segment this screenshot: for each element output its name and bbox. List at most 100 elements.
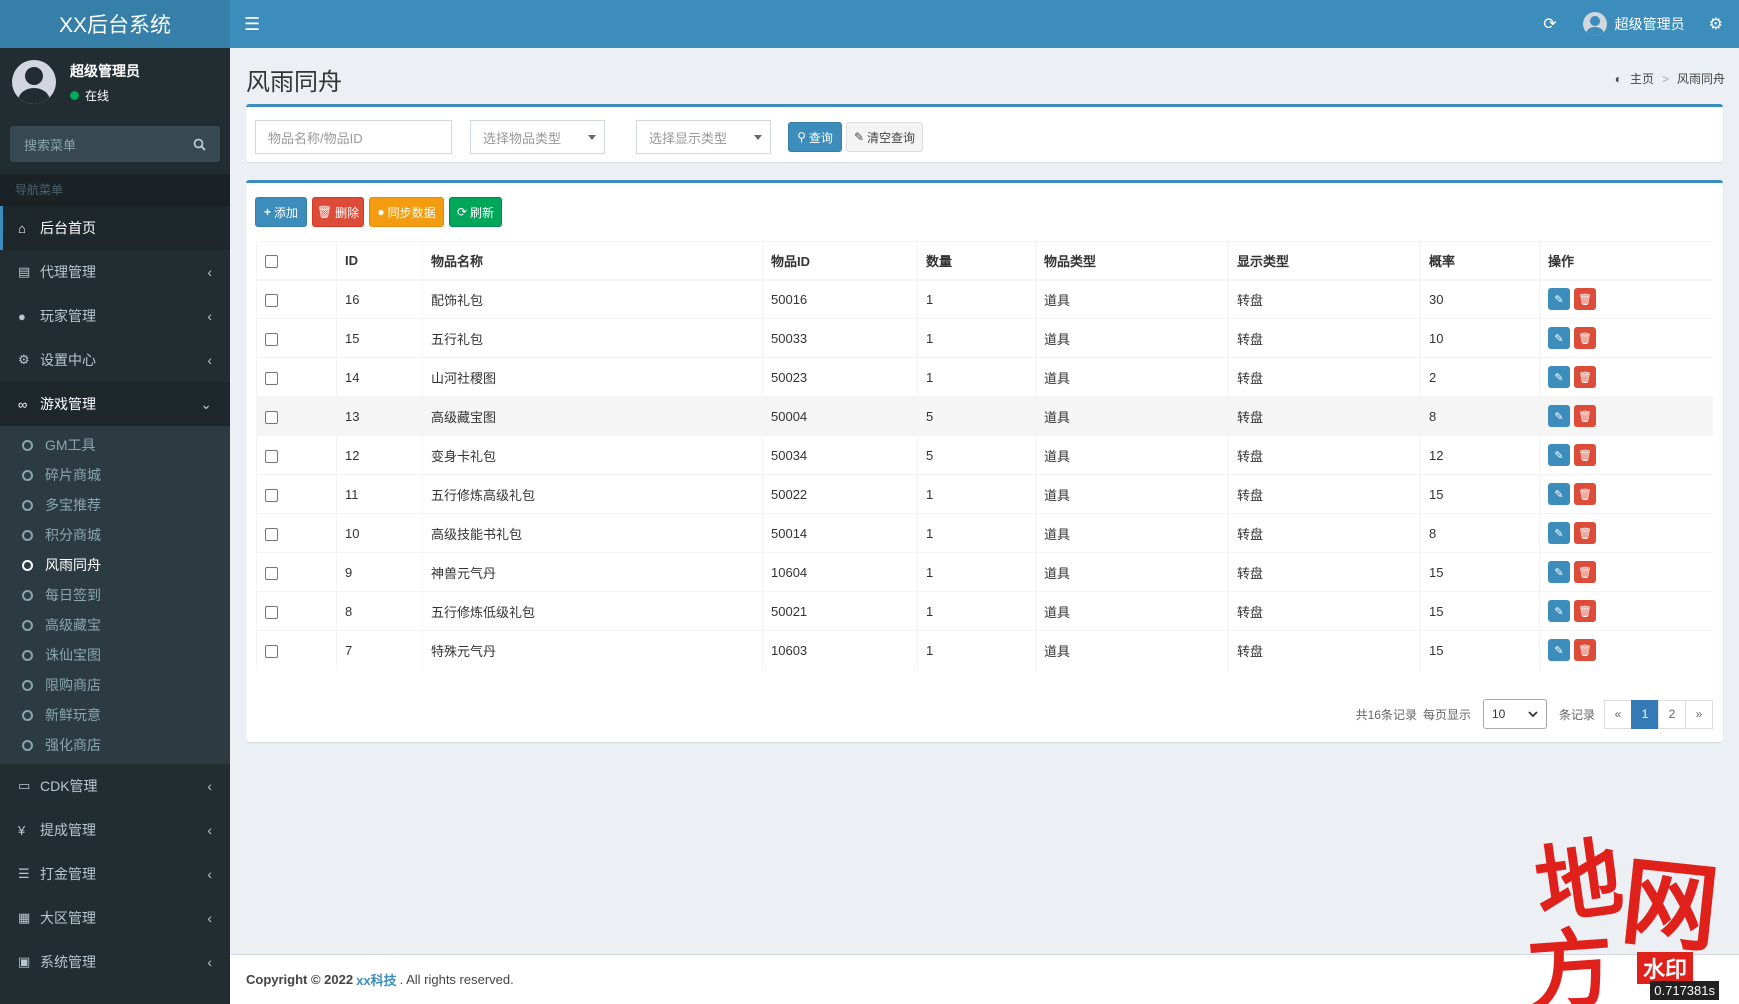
- sidebar-item-agent[interactable]: ▤ 代理管理 ‹: [0, 250, 230, 294]
- delete-trash-icon[interactable]: 🗑: [1574, 483, 1596, 505]
- row-checkbox[interactable]: [265, 410, 278, 424]
- sidebar-search-input[interactable]: 搜索菜单: [10, 126, 220, 162]
- column-header[interactable]: 概率: [1420, 241, 1540, 281]
- submenu-item-zhuxian-map[interactable]: 诛仙宝图: [0, 640, 230, 670]
- sidebar-item-game[interactable]: ∞ 游戏管理 ⌄: [0, 382, 230, 426]
- page-2-button[interactable]: 2: [1658, 699, 1686, 729]
- table-cell: 10: [336, 513, 423, 553]
- edit-pencil-icon[interactable]: ✎: [1548, 483, 1570, 505]
- sidebar-item-cdk[interactable]: ▭ CDK管理 ‹: [0, 764, 230, 808]
- table-row[interactable]: 14 山河社稷图 50023 1 道具 转盘 2 ✎ 🗑: [256, 357, 1713, 397]
- edit-pencil-icon[interactable]: ✎: [1548, 444, 1570, 466]
- clear-query-button[interactable]: ✎ 清空查询: [846, 122, 923, 152]
- submenu-item-fengyu[interactable]: 风雨同舟: [0, 550, 230, 580]
- column-header[interactable]: ID: [336, 241, 423, 281]
- delete-trash-icon[interactable]: 🗑: [1574, 444, 1596, 466]
- footer-company-link[interactable]: xx科技: [356, 970, 396, 989]
- column-header[interactable]: 数量: [917, 241, 1036, 281]
- column-header[interactable]: 物品ID: [762, 241, 918, 281]
- app-logo[interactable]: XX后台系统: [0, 0, 230, 48]
- edit-pencil-icon[interactable]: ✎: [1548, 561, 1570, 583]
- edit-pencil-icon[interactable]: ✎: [1548, 288, 1570, 311]
- row-checkbox[interactable]: [265, 605, 278, 619]
- table-row[interactable]: 12 变身卡礼包 50034 5 道具 转盘 12 ✎ 🗑: [256, 435, 1713, 475]
- submenu-item-advanced-treasure[interactable]: 高级藏宝: [0, 610, 230, 640]
- sidebar-item-players[interactable]: ● 玩家管理 ‹: [0, 294, 230, 338]
- sidebar-toggle-icon[interactable]: ☰: [244, 14, 260, 35]
- row-checkbox[interactable]: [265, 293, 278, 307]
- submenu-item-treasure-recommend[interactable]: 多宝推荐: [0, 490, 230, 520]
- per-page-select[interactable]: 10: [1482, 699, 1547, 729]
- edit-pencil-icon[interactable]: ✎: [1548, 522, 1570, 544]
- refresh-icon[interactable]: ⟳: [1543, 14, 1556, 34]
- row-checkbox[interactable]: [265, 644, 278, 658]
- table-cell: 15: [1420, 474, 1540, 514]
- table-row[interactable]: 7 特殊元气丹 10603 1 道具 转盘 15 ✎ 🗑: [256, 630, 1713, 670]
- row-actions: ✎ 🗑: [1539, 552, 1713, 592]
- item-name-search-input[interactable]: 物品名称/物品ID: [255, 120, 452, 154]
- column-header[interactable]: 物品类型: [1035, 241, 1229, 281]
- edit-pencil-icon[interactable]: ✎: [1548, 639, 1570, 662]
- submenu-item-gm-tool[interactable]: GM工具: [0, 430, 230, 460]
- delete-trash-icon[interactable]: 🗑: [1574, 561, 1596, 583]
- delete-trash-icon[interactable]: 🗑: [1574, 522, 1596, 544]
- table-row[interactable]: 15 五行礼包 50033 1 道具 转盘 10 ✎ 🗑: [256, 318, 1713, 358]
- display-type-select[interactable]: 选择显示类型: [636, 120, 771, 154]
- table-row[interactable]: 13 高级藏宝图 50004 5 道具 转盘 8 ✎ 🗑: [256, 396, 1713, 436]
- breadcrumb-home[interactable]: 主页: [1630, 70, 1654, 87]
- gears-icon[interactable]: ⚙: [1709, 14, 1723, 34]
- column-header[interactable]: 显示类型: [1228, 241, 1421, 281]
- sync-data-button[interactable]: ● 同步数据: [369, 197, 444, 227]
- add-button[interactable]: + 添加: [255, 197, 307, 227]
- edit-pencil-icon[interactable]: ✎: [1548, 405, 1570, 427]
- top-user-menu[interactable]: 超级管理员: [1582, 12, 1685, 36]
- delete-trash-icon[interactable]: 🗑: [1574, 639, 1596, 662]
- sidebar-item-settings[interactable]: ⚙ 设置中心 ‹: [0, 338, 230, 382]
- submenu-item-enhance-shop[interactable]: 强化商店: [0, 730, 230, 760]
- table-cell: 转盘: [1228, 396, 1421, 436]
- edit-pencil-icon[interactable]: ✎: [1548, 600, 1570, 622]
- column-header[interactable]: 物品名称: [422, 241, 763, 281]
- page-prev-button[interactable]: «: [1604, 699, 1632, 729]
- table-row[interactable]: 8 五行修炼低级礼包 50021 1 道具 转盘 15 ✎ 🗑: [256, 591, 1713, 631]
- table-row[interactable]: 10 高级技能书礼包 50014 1 道具 转盘 8 ✎ 🗑: [256, 513, 1713, 553]
- delete-trash-icon[interactable]: 🗑: [1574, 327, 1596, 349]
- search-icon[interactable]: [193, 138, 206, 151]
- table-cell: 10603: [762, 630, 918, 670]
- delete-trash-icon[interactable]: 🗑: [1574, 600, 1596, 622]
- delete-button[interactable]: 🗑 删除: [312, 197, 364, 227]
- table-row[interactable]: 16 配饰礼包 50016 1 道具 转盘 30 ✎ 🗑: [256, 279, 1713, 319]
- submenu-item-new-stuff[interactable]: 新鲜玩意: [0, 700, 230, 730]
- refresh-button[interactable]: ⟳ 刷新: [449, 197, 502, 227]
- sidebar-item-gold[interactable]: ☰ 打金管理 ‹: [0, 852, 230, 896]
- sidebar-item-system[interactable]: ▣ 系统管理 ‹: [0, 940, 230, 984]
- delete-trash-icon[interactable]: 🗑: [1574, 366, 1596, 388]
- select-all-checkbox[interactable]: [265, 254, 278, 268]
- row-checkbox[interactable]: [265, 332, 278, 346]
- submenu-item-fragment-shop[interactable]: 碎片商城: [0, 460, 230, 490]
- edit-pencil-icon[interactable]: ✎: [1548, 366, 1570, 388]
- sidebar-item-region[interactable]: ▦ 大区管理 ‹: [0, 896, 230, 940]
- query-button[interactable]: ⚲ 查询: [788, 122, 842, 152]
- row-checkbox[interactable]: [265, 566, 278, 580]
- table-row[interactable]: 11 五行修炼高级礼包 50022 1 道具 转盘 15 ✎ 🗑: [256, 474, 1713, 514]
- sidebar-item-home[interactable]: ⌂ 后台首页: [0, 206, 230, 250]
- column-header: 操作: [1539, 241, 1713, 281]
- submenu-item-points-shop[interactable]: 积分商城: [0, 520, 230, 550]
- submenu-item-daily-signin[interactable]: 每日签到: [0, 580, 230, 610]
- row-checkbox[interactable]: [265, 527, 278, 541]
- delete-trash-icon[interactable]: 🗑: [1574, 288, 1596, 311]
- delete-trash-icon[interactable]: 🗑: [1574, 405, 1596, 427]
- table-row[interactable]: 9 神兽元气丹 10604 1 道具 转盘 15 ✎ 🗑: [256, 552, 1713, 592]
- table-cell: 道具: [1035, 474, 1229, 514]
- sidebar-item-commission[interactable]: ¥ 提成管理 ‹: [0, 808, 230, 852]
- submenu-item-limited-shop[interactable]: 限购商店: [0, 670, 230, 700]
- edit-pencil-icon[interactable]: ✎: [1548, 327, 1570, 349]
- table-cell: 转盘: [1228, 279, 1421, 319]
- page-next-button[interactable]: »: [1685, 699, 1713, 729]
- page-1-button[interactable]: 1: [1631, 699, 1659, 729]
- row-checkbox[interactable]: [265, 488, 278, 502]
- row-checkbox[interactable]: [265, 449, 278, 463]
- item-type-select[interactable]: 选择物品类型: [470, 120, 605, 154]
- row-checkbox[interactable]: [265, 371, 278, 385]
